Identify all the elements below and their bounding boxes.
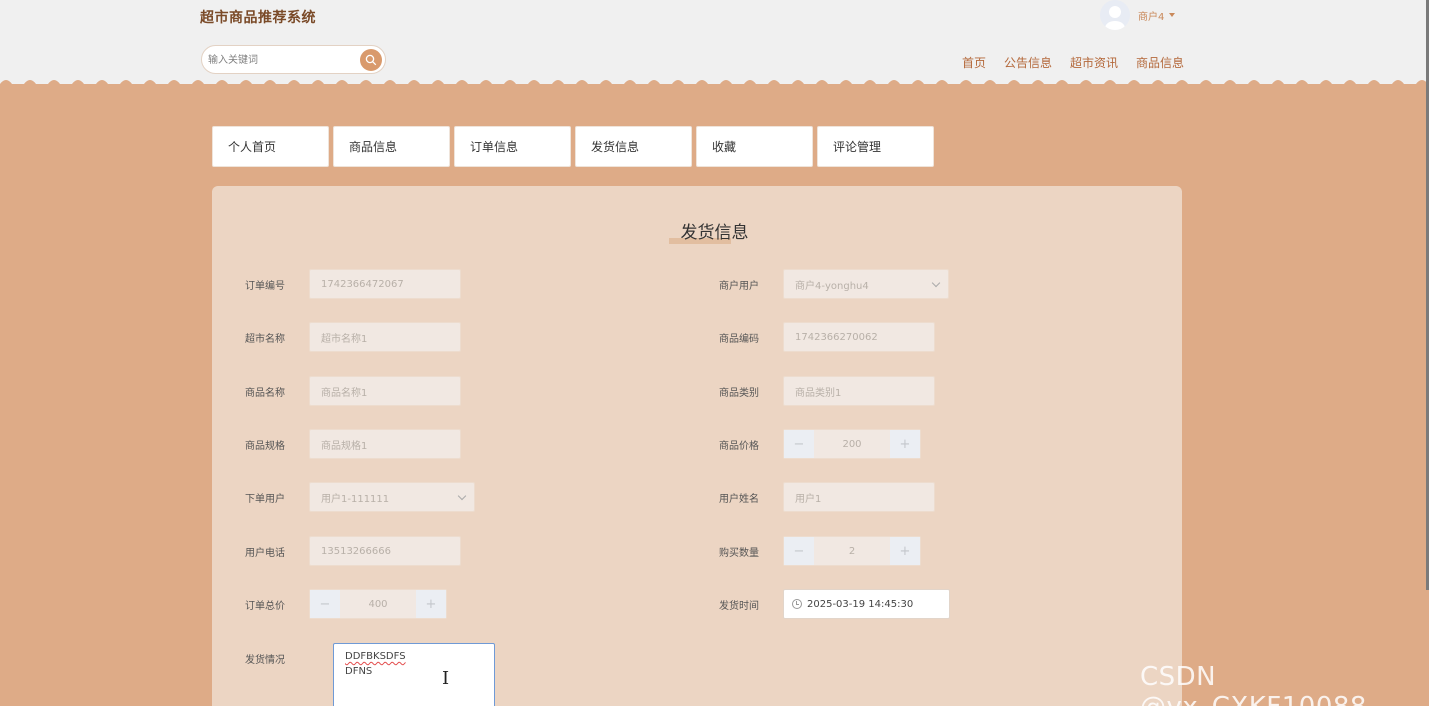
search-icon — [365, 54, 377, 66]
product-price-value: 200 — [842, 438, 862, 450]
nav-announcements[interactable]: 公告信息 — [1004, 54, 1052, 71]
product-price-label: 商品价格 — [719, 440, 759, 452]
watermark: CSDN @vx_CXKF10088 — [1140, 662, 1366, 706]
product-name-row: 商品名称 商品名称1 — [225, 376, 461, 406]
chevron-down-icon — [931, 278, 941, 288]
merchant-user-row: 商户用户 商户4-yonghu4 — [699, 269, 949, 299]
product-price-stepper: − 200 + — [783, 429, 921, 459]
tab-comments[interactable]: 评论管理 — [817, 126, 934, 167]
order-user-label: 下单用户 — [245, 493, 285, 505]
user-real-name-field: 用户1 — [783, 482, 935, 512]
site-title: 超市商品推荐系统 — [200, 10, 316, 26]
quantity-value: 2 — [848, 545, 856, 557]
user-name: 商户4 — [1138, 11, 1165, 23]
order-user-row: 下单用户 用户1-111111 — [225, 482, 475, 512]
text-cursor-icon: I — [442, 668, 450, 689]
order-total-stepper: − 400 + — [309, 589, 447, 619]
search-input[interactable] — [208, 52, 358, 68]
order-no-label: 订单编号 — [245, 280, 285, 292]
avatar — [1100, 0, 1130, 30]
order-total-value: 400 — [368, 598, 388, 610]
tab-orders[interactable]: 订单信息 — [454, 126, 571, 167]
product-spec-label: 商品规格 — [245, 440, 285, 452]
tab-shipping[interactable]: 发货信息 — [575, 126, 692, 167]
store-name-label: 超市名称 — [245, 333, 285, 345]
increment-button[interactable]: + — [416, 590, 446, 618]
quantity-label: 购买数量 — [719, 547, 759, 559]
store-name-row: 超市名称 超市名称1 — [225, 322, 461, 352]
ship-status-line-2: DFNS — [345, 666, 373, 677]
order-user-select[interactable]: 用户1-111111 — [309, 482, 475, 512]
product-spec-row: 商品规格 商品规格1 — [225, 429, 461, 459]
ship-status-line-1: DDFBKSDFS — [345, 651, 406, 662]
quantity-row: 购买数量 − 2 + — [699, 536, 921, 566]
search-button[interactable] — [360, 49, 382, 71]
quantity-stepper: − 2 + — [783, 536, 921, 566]
clock-icon — [792, 599, 802, 609]
ship-time-label: 发货时间 — [719, 600, 759, 612]
tab-favorites[interactable]: 收藏 — [696, 126, 813, 167]
decrement-button[interactable]: − — [784, 430, 814, 458]
store-name-field: 超市名称1 — [309, 322, 461, 352]
order-no-row: 订单编号 1742366472067 — [225, 269, 461, 299]
order-user-value: 用户1-111111 — [321, 493, 390, 505]
user-avatar-icon — [1105, 6, 1125, 30]
chevron-down-icon — [457, 491, 467, 501]
product-price-row: 商品价格 − 200 + — [699, 429, 921, 459]
tab-products[interactable]: 商品信息 — [333, 126, 450, 167]
merchant-user-value: 商户4-yonghu4 — [795, 280, 869, 292]
product-spec-field: 商品规格1 — [309, 429, 461, 459]
merchant-user-label: 商户用户 — [719, 280, 759, 292]
product-code-row: 商品编码 1742366270062 — [699, 322, 935, 352]
decrement-button[interactable]: − — [310, 590, 340, 618]
merchant-user-select[interactable]: 商户4-yonghu4 — [783, 269, 949, 299]
page-title: 发货信息 — [680, 223, 749, 243]
increment-button[interactable]: + — [890, 430, 920, 458]
wave-divider — [0, 76, 1429, 92]
chevron-down-icon — [1169, 13, 1176, 17]
nav-products[interactable]: 商品信息 — [1136, 54, 1184, 71]
search-box — [201, 45, 386, 74]
tab-personal-home[interactable]: 个人首页 — [212, 126, 329, 167]
ship-status-textarea[interactable]: DDFBKSDFS DFNS — [333, 643, 495, 706]
product-code-field: 1742366270062 — [783, 322, 935, 352]
ship-status-label: 发货情况 — [245, 654, 285, 666]
nav-store-news[interactable]: 超市资讯 — [1070, 54, 1118, 71]
product-category-row: 商品类别 商品类别1 — [699, 376, 935, 406]
product-name-label: 商品名称 — [245, 387, 285, 399]
user-real-name-row: 用户姓名 用户1 — [699, 482, 935, 512]
ship-time-row: 发货时间 2025-03-19 14:45:30 — [699, 589, 950, 619]
order-no-field: 1742366472067 — [309, 269, 461, 299]
ship-status-row: 发货情况 — [225, 643, 309, 673]
decrement-button[interactable]: − — [784, 537, 814, 565]
user-phone-row: 用户电话 13513266666 — [225, 536, 461, 566]
product-category-label: 商品类别 — [719, 387, 759, 399]
user-real-name-label: 用户姓名 — [719, 493, 759, 505]
main-nav: 首页 公告信息 超市资讯 商品信息 — [962, 54, 1184, 71]
product-name-field: 商品名称1 — [309, 376, 461, 406]
ship-time-picker[interactable]: 2025-03-19 14:45:30 — [783, 589, 950, 619]
user-phone-field: 13513266666 — [309, 536, 461, 566]
center-tabs: 个人首页 商品信息 订单信息 发货信息 收藏 评论管理 — [212, 126, 934, 167]
order-total-row: 订单总价 − 400 + — [225, 589, 447, 619]
increment-button[interactable]: + — [890, 537, 920, 565]
ship-time-value: 2025-03-19 14:45:30 — [807, 598, 914, 610]
product-code-label: 商品编码 — [719, 333, 759, 345]
user-phone-label: 用户电话 — [245, 547, 285, 559]
nav-home[interactable]: 首页 — [962, 54, 986, 71]
user-menu[interactable]: 商户4 — [1100, 0, 1176, 30]
product-category-field: 商品类别1 — [783, 376, 935, 406]
order-total-label: 订单总价 — [245, 600, 285, 612]
